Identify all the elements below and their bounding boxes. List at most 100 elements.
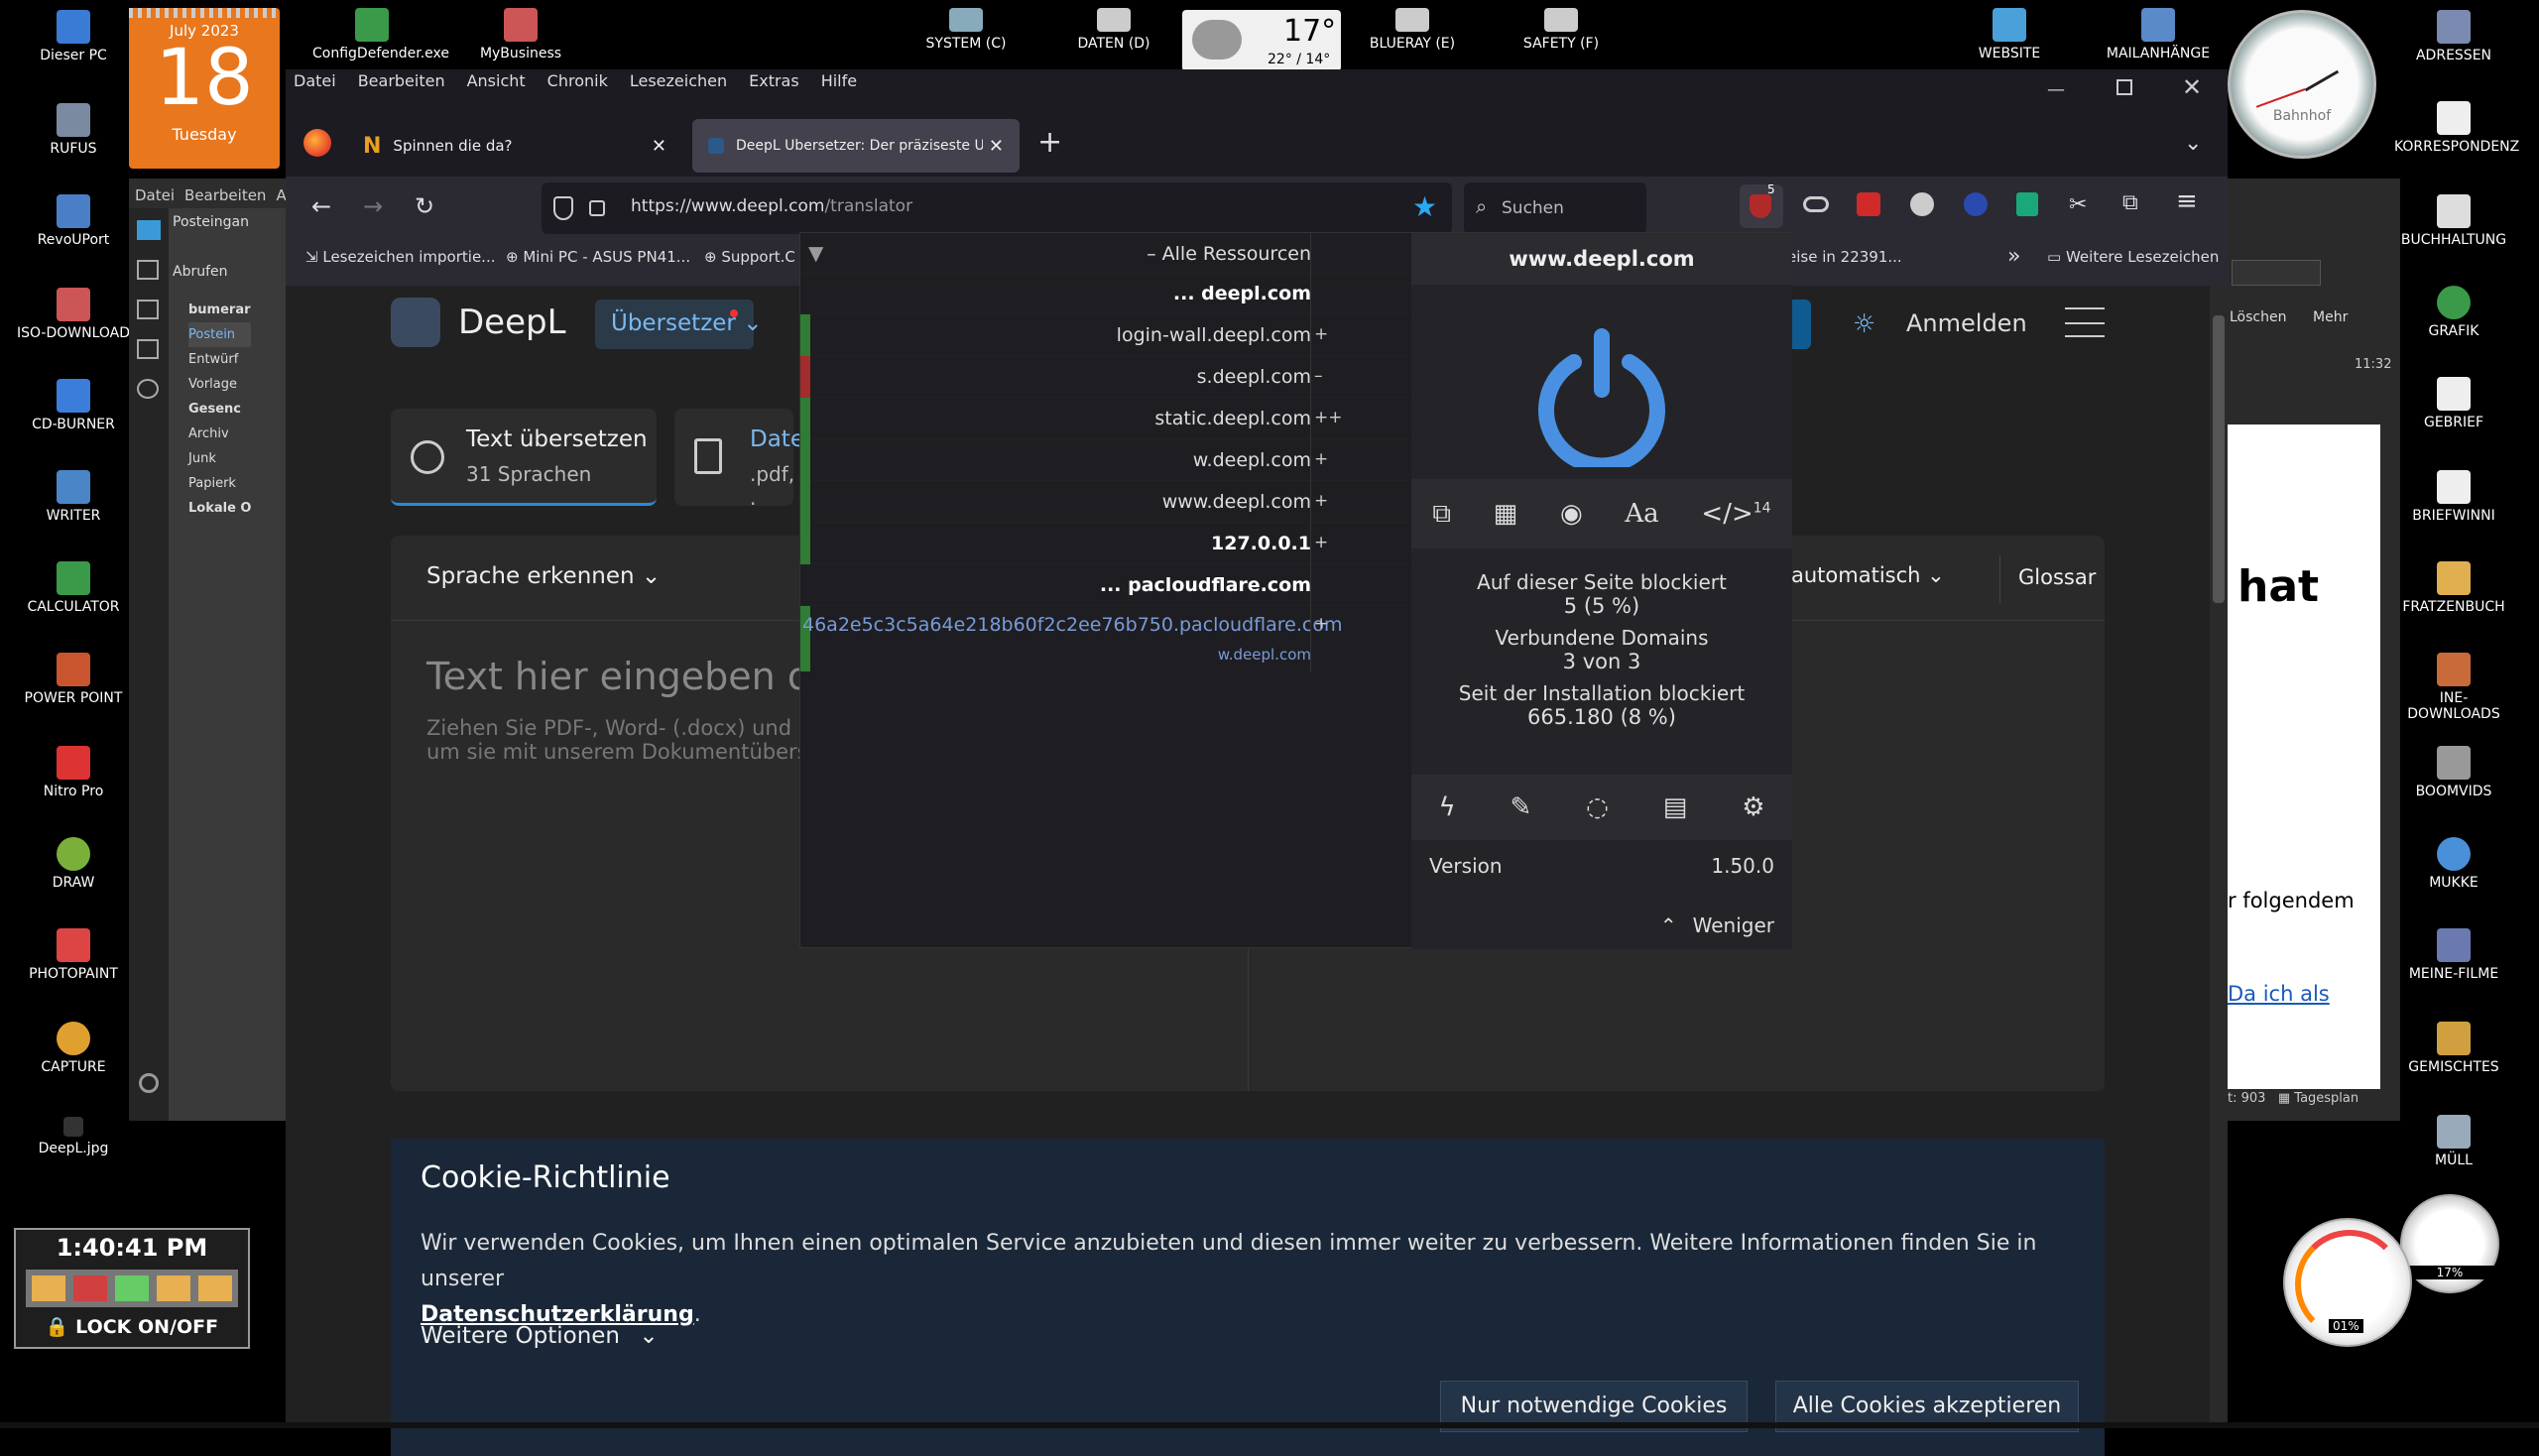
mail-folder-inbox[interactable]: Postein (188, 322, 252, 347)
desktop-icon-website[interactable]: WEBSITE (1950, 8, 2069, 61)
logger-list-icon[interactable]: ▤ (1663, 792, 1688, 822)
bg-more-button[interactable]: Mehr (2313, 309, 2348, 325)
desktop-icon-writer[interactable]: WRITER (14, 470, 133, 524)
menu-chronik[interactable]: Chronik (547, 71, 608, 90)
deepl-menu-icon[interactable] (2065, 307, 2105, 337)
reload-button[interactable]: ↻ (405, 186, 444, 226)
desktop-icon-calculator[interactable]: CALCULATOR (14, 561, 133, 615)
key-icon[interactable] (157, 1275, 190, 1301)
mail-inbox-tab[interactable]: Posteingan (173, 214, 249, 230)
lock-icon[interactable] (589, 200, 605, 216)
desktop-icon-boomvids[interactable]: BOOMVIDS (2394, 746, 2513, 799)
status-text[interactable]: Tagesplan (2294, 1091, 2358, 1106)
resource-filter-row[interactable]: ▼ – Alle Ressourcen (800, 233, 1410, 273)
desktop-icon-iso[interactable]: ISO-DOWNLOAD (14, 288, 133, 341)
desktop-icon-buchhaltung[interactable]: BUCHHALTUNG (2394, 194, 2513, 248)
list-icon[interactable] (198, 1275, 232, 1301)
drive-icon-e[interactable]: BLUERAY (E) (1353, 8, 1472, 52)
drive-icon-f[interactable]: SAFETY (F) (1502, 8, 1621, 52)
doc-link[interactable]: Da ich als (2228, 982, 2330, 1006)
weather-widget[interactable]: 17° 22° / 14° (1182, 10, 1341, 71)
desktop-icon-fratzenbuch[interactable]: FRATZENBUCH (2394, 561, 2513, 615)
lightbulb-icon[interactable]: ☼ (1853, 309, 1875, 339)
scrollbar-thumb[interactable] (2213, 315, 2225, 603)
bookmark-import[interactable]: ⇲ Lesezeichen importie... (305, 248, 495, 266)
bookmark-minipc[interactable]: ⊕ Mini PC - ASUS PN41... (506, 248, 690, 266)
desktop-icon-nitro[interactable]: Nitro Pro (14, 746, 133, 799)
resource-row[interactable]: w.deepl.com + (800, 439, 1410, 481)
desktop-icon-gebrief[interactable]: GEBRIEF (2394, 377, 2513, 430)
desktop-icon-photopaint[interactable]: PHOTOPAINT (14, 928, 133, 982)
close-window-button[interactable]: ✕ (2182, 73, 2202, 101)
bookmark-star-icon[interactable]: ★ (1412, 190, 1437, 223)
minimize-button[interactable]: — (2047, 79, 2065, 100)
mail-fetch-button[interactable]: Abrufen (173, 264, 228, 280)
tab-spinnen[interactable]: N Spinnen die da? ✕ (347, 119, 682, 173)
ublock-button[interactable]: 5 (1740, 182, 1783, 228)
close-icon[interactable]: ✕ (652, 136, 666, 157)
search-box[interactable]: ⌕ Suchen (1464, 182, 1646, 234)
ublock-power-button[interactable] (1532, 328, 1671, 474)
resource-row[interactable]: ... pacloudflare.com (800, 564, 1410, 606)
gauge-widget-small[interactable]: 17% (2400, 1194, 2499, 1293)
mail-folder[interactable]: Vorlage (188, 372, 251, 397)
back-button[interactable]: ← (302, 186, 341, 226)
mail-folder[interactable]: Junk (188, 446, 251, 471)
firefox-view-button[interactable] (303, 129, 331, 157)
mail-folder[interactable]: Gesenc (188, 397, 251, 422)
mail-folder[interactable]: Papierk (188, 471, 251, 496)
glossary-button[interactable]: Glossar (1999, 555, 2114, 603)
desktop-icon-korrespondenz[interactable]: KORRESPONDENZ (2394, 101, 2519, 155)
address-book-icon[interactable] (137, 260, 159, 280)
bookmarks-overflow-icon[interactable]: » (2007, 244, 2020, 269)
tab-list-chevron-icon[interactable]: ⌄ (2184, 131, 2202, 156)
desktop-icon-configdefender[interactable]: ConfigDefender.exe (312, 8, 449, 61)
font-icon[interactable]: Aa (1625, 499, 1658, 529)
deepl-nav-translator[interactable]: Übersetzer ⌄ (595, 300, 762, 349)
speech-bubble-icon[interactable]: ◌ (1586, 792, 1609, 822)
desktop-icon-mailanhaenge[interactable]: MAILANHÄNGE (2099, 8, 2218, 61)
target-language-select[interactable]: automatisch ⌄ (1791, 563, 1945, 587)
bookmark-support[interactable]: ⊕ Support.C (704, 248, 795, 266)
deepl-logo[interactable]: DeepL (391, 298, 566, 347)
less-toggle[interactable]: ⌃ Weniger (1660, 913, 1774, 937)
gauge-widget-large[interactable]: 01% (2283, 1218, 2412, 1347)
extension-eu-icon[interactable] (1964, 192, 1988, 216)
extension-tools-icon[interactable]: ✂ (2069, 192, 2087, 217)
menu-bearbeiten[interactable]: Bearbeiten (358, 71, 445, 90)
resource-row[interactable]: login-wall.deepl.com + (800, 314, 1410, 356)
new-tab-button[interactable]: + (1037, 125, 1062, 160)
drive-icon-d[interactable]: DATEN (D) (1054, 8, 1173, 52)
script-code-icon[interactable]: </>14 (1701, 499, 1770, 529)
bg-search-field[interactable] (2232, 260, 2321, 286)
source-language-select[interactable]: Sprache erkennen ⌄ (426, 563, 661, 589)
desktop-icon-mybusiness[interactable]: MyBusiness (461, 8, 580, 61)
desktop-icon-revouport[interactable]: RevoUPort (14, 194, 133, 248)
bookmark-eise[interactable]: eise in 22391... (1787, 248, 1902, 266)
close-icon[interactable]: ✕ (989, 136, 1004, 157)
desktop-icon-grafik[interactable]: GRAFIK (2394, 286, 2513, 339)
desktop-icon-draw[interactable]: DRAW (14, 837, 133, 891)
resource-row[interactable]: static.deepl.com ++ (800, 398, 1410, 439)
extension-mask-icon[interactable] (1910, 192, 1934, 216)
desktop-icon-adressen[interactable]: ADRESSEN (2394, 10, 2513, 63)
drive-icon-c[interactable]: SYSTEM (C) (907, 8, 1026, 52)
resource-row[interactable]: 127.0.0.1 + (800, 523, 1410, 564)
desktop-icon-filme[interactable]: MEINE-FILME (2394, 928, 2513, 982)
maximize-button[interactable] (2116, 79, 2132, 95)
lock-label[interactable]: 🔒 LOCK ON/OFF (16, 1315, 248, 1338)
extension-html5-icon[interactable] (2016, 192, 2038, 216)
mail-menu-item[interactable]: Bearbeiten (184, 186, 266, 204)
tasks-icon[interactable] (137, 339, 159, 359)
url-bar[interactable]: https://www.deepl.com/translator ★ (542, 182, 1452, 234)
extension-glasses-icon[interactable] (1803, 196, 1829, 212)
hamburger-menu-icon[interactable]: ≡ (2176, 186, 2198, 216)
mail-folder-local[interactable]: Lokale O (188, 496, 251, 521)
desktop-icon-cdburner[interactable]: CD-BURNER (14, 379, 133, 432)
desktop-icon-downloads[interactable]: INE-DOWNLOADS (2394, 653, 2513, 722)
mail-menu-item[interactable]: Datei (135, 186, 175, 204)
lock-widget[interactable]: 1:40:41 PM 🔒 LOCK ON/OFF (14, 1228, 250, 1349)
desktop-icon-muell[interactable]: MÜLL (2394, 1115, 2513, 1168)
lock-btn-icon[interactable] (32, 1275, 65, 1301)
more-options-toggle[interactable]: Weitere Optionen ⌄ (421, 1323, 659, 1349)
